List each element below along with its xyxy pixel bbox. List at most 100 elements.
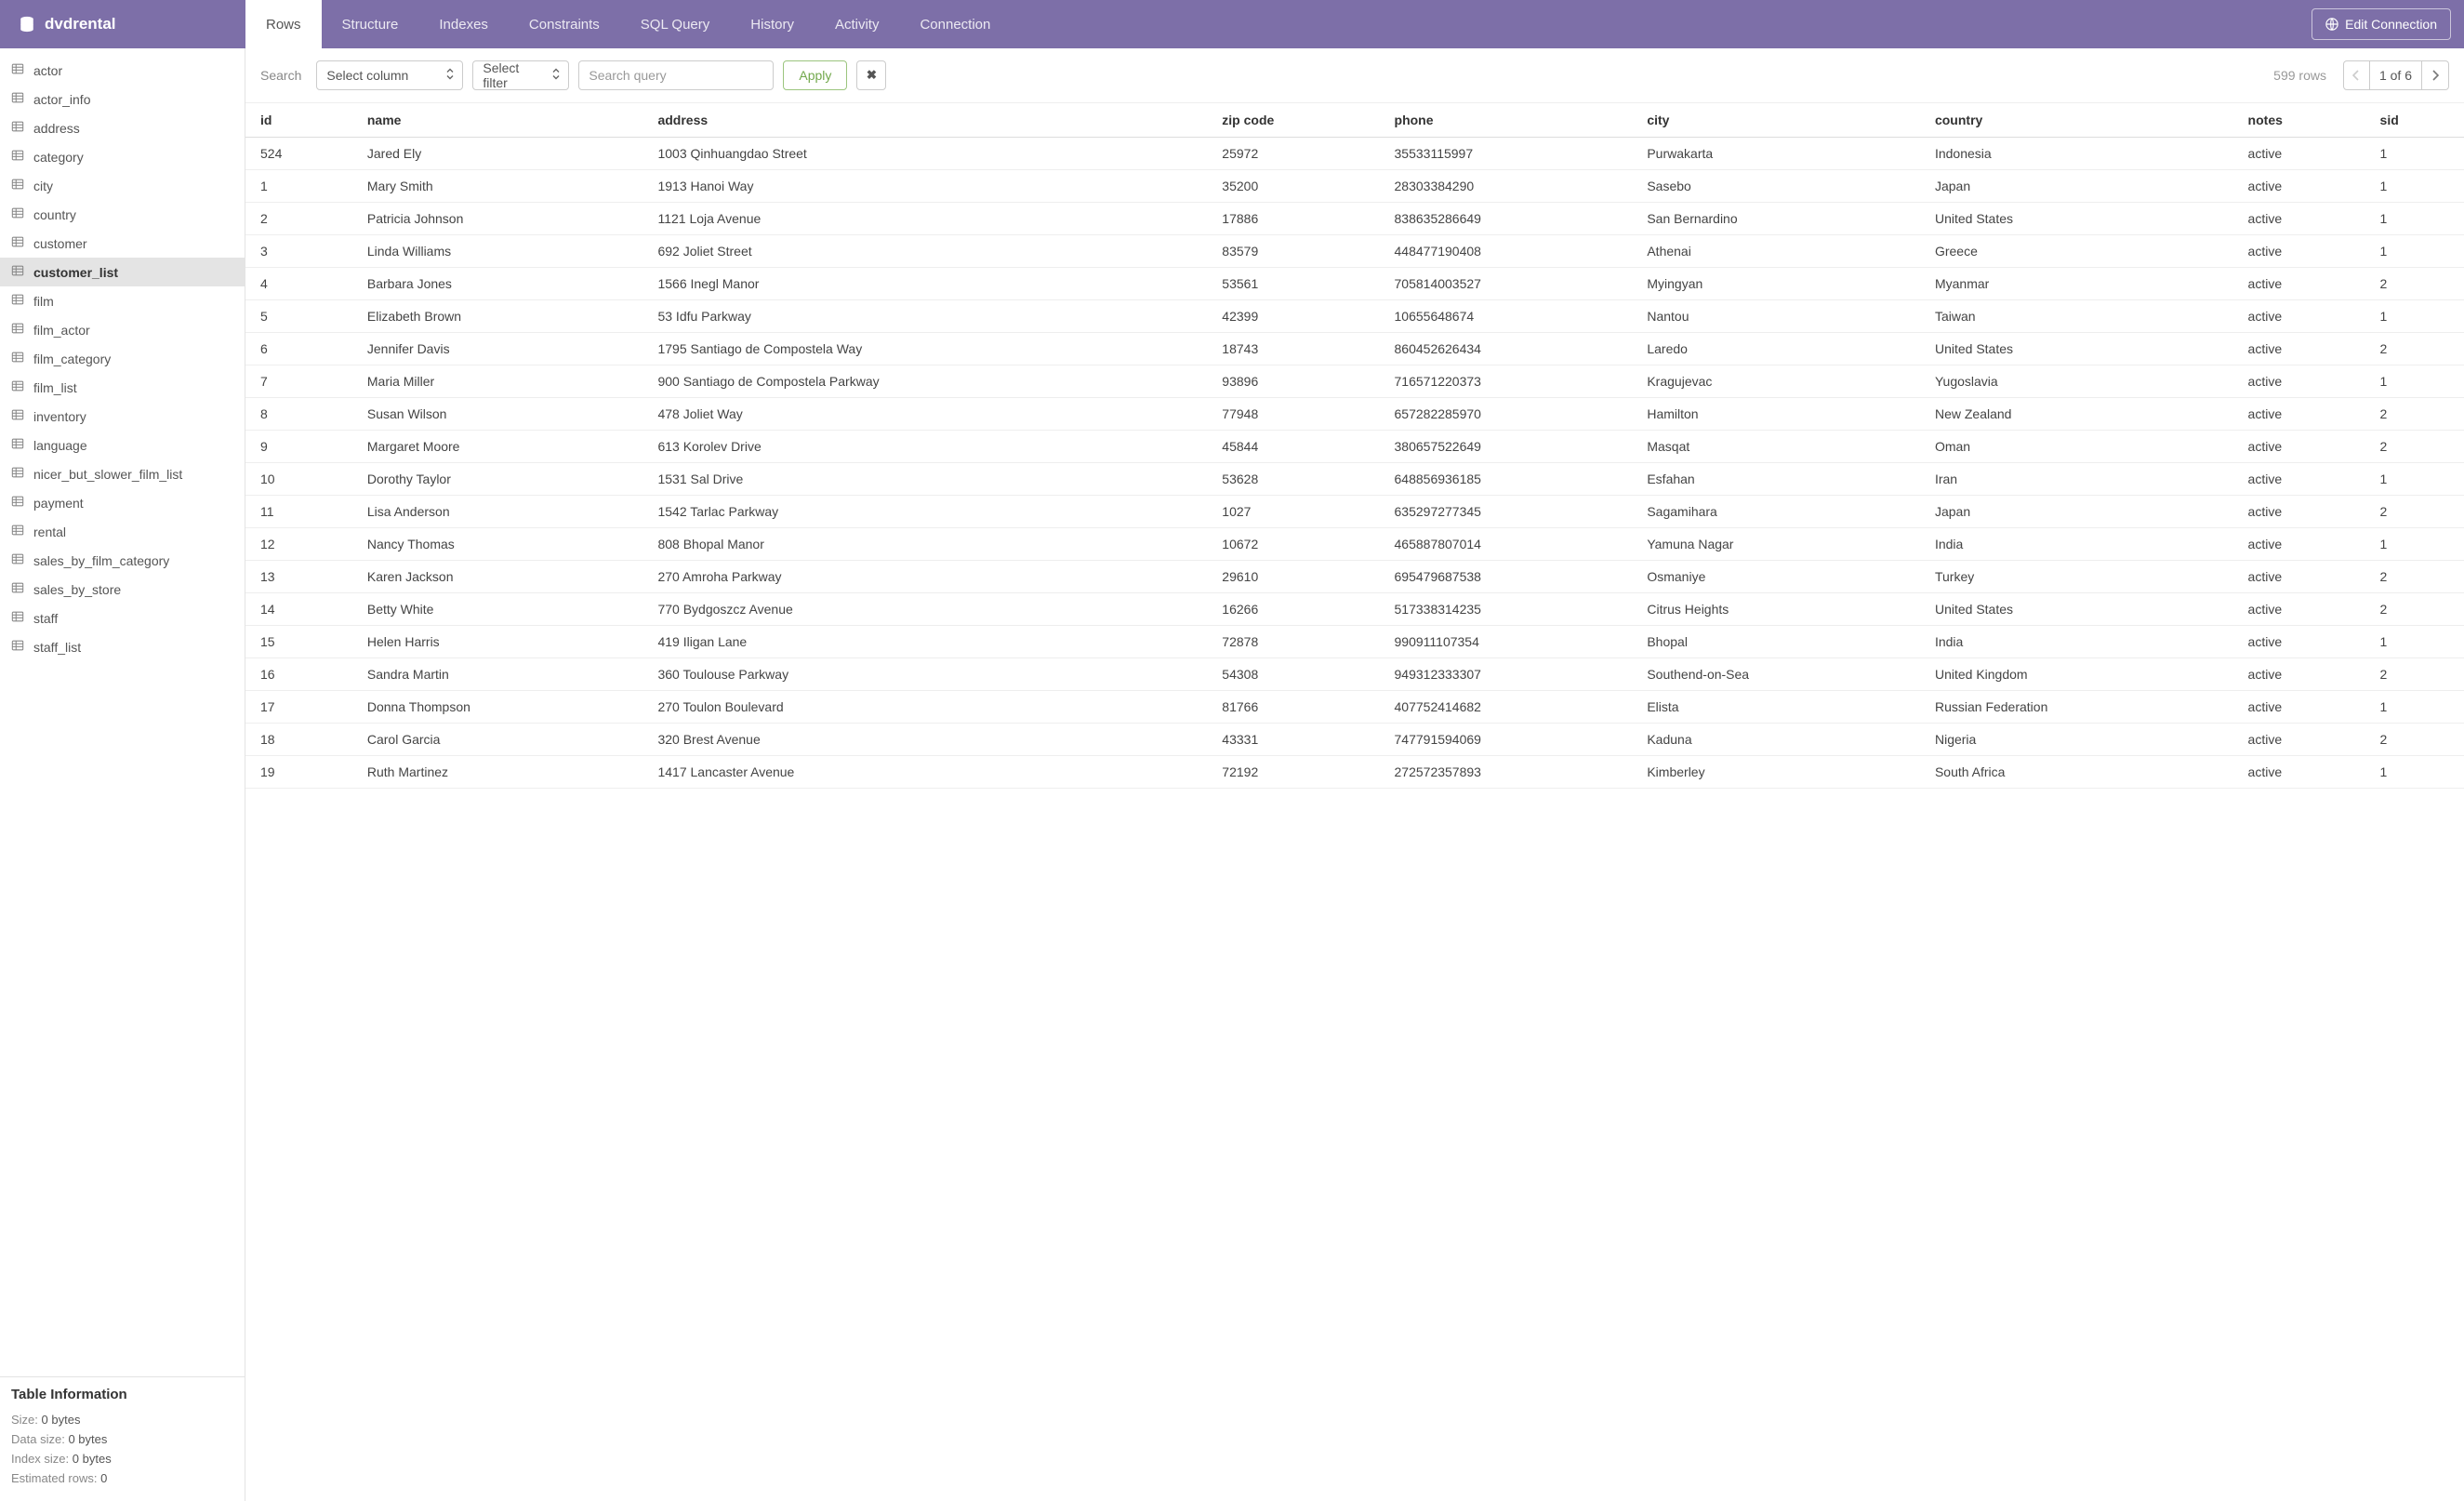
table-row[interactable]: 10Dorothy Taylor1531 Sal Drive5362864885… <box>245 463 2464 496</box>
table-row[interactable]: 4Barbara Jones1566 Inegl Manor5356170581… <box>245 268 2464 300</box>
table-cell: 53561 <box>1211 268 1383 300</box>
sidebar-table-category[interactable]: category <box>0 142 245 171</box>
pagination: 1 of 6 <box>2343 60 2449 90</box>
table-row[interactable]: 17Donna Thompson270 Toulon Boulevard8176… <box>245 691 2464 724</box>
tab-connection[interactable]: Connection <box>899 0 1011 48</box>
table-cell: 900 Santiago de Compostela Parkway <box>646 365 1211 398</box>
table-cell: Purwakarta <box>1636 138 1924 170</box>
table-icon <box>11 264 24 280</box>
table-cell: 53 Idfu Parkway <box>646 300 1211 333</box>
tab-constraints[interactable]: Constraints <box>509 0 620 48</box>
tab-indexes[interactable]: Indexes <box>418 0 509 48</box>
table-cell: United States <box>1924 333 2237 365</box>
column-header-name[interactable]: name <box>356 103 647 138</box>
search-query-input[interactable] <box>578 60 774 90</box>
data-table: idnameaddresszip codephonecitycountrynot… <box>245 103 2464 789</box>
edit-connection-button[interactable]: Edit Connection <box>2312 8 2451 40</box>
table-row[interactable]: 5Elizabeth Brown53 Idfu Parkway423991065… <box>245 300 2464 333</box>
table-row[interactable]: 7Maria Miller900 Santiago de Compostela … <box>245 365 2464 398</box>
table-row[interactable]: 3Linda Williams692 Joliet Street83579448… <box>245 235 2464 268</box>
table-row[interactable]: 2Patricia Johnson1121 Loja Avenue1788683… <box>245 203 2464 235</box>
table-cell: Esfahan <box>1636 463 1924 496</box>
table-cell: Taiwan <box>1924 300 2237 333</box>
sidebar-table-actor[interactable]: actor <box>0 56 245 85</box>
table-row[interactable]: 14Betty White770 Bydgoszcz Avenue1626651… <box>245 593 2464 626</box>
sidebar-table-address[interactable]: address <box>0 113 245 142</box>
column-header-phone[interactable]: phone <box>1384 103 1636 138</box>
table-row[interactable]: 524Jared Ely1003 Qinhuangdao Street25972… <box>245 138 2464 170</box>
table-icon <box>11 120 24 136</box>
column-header-notes[interactable]: notes <box>2237 103 2369 138</box>
table-row[interactable]: 13Karen Jackson270 Amroha Parkway2961069… <box>245 561 2464 593</box>
table-cell: 6 <box>245 333 356 365</box>
column-header-address[interactable]: address <box>646 103 1211 138</box>
table-cell: 29610 <box>1211 561 1383 593</box>
table-cell: Nancy Thomas <box>356 528 647 561</box>
table-cell: 1 <box>2369 300 2464 333</box>
table-row[interactable]: 18Carol Garcia320 Brest Avenue4333174779… <box>245 724 2464 756</box>
sidebar-table-language[interactable]: language <box>0 431 245 459</box>
table-row[interactable]: 1Mary Smith1913 Hanoi Way352002830338429… <box>245 170 2464 203</box>
table-cell: Kragujevac <box>1636 365 1924 398</box>
column-header-city[interactable]: city <box>1636 103 1924 138</box>
data-table-wrapper[interactable]: idnameaddresszip codephonecitycountrynot… <box>245 103 2464 1501</box>
sidebar-table-customer_list[interactable]: customer_list <box>0 258 245 286</box>
table-row[interactable]: 8Susan Wilson478 Joliet Way7794865728228… <box>245 398 2464 431</box>
table-cell: 2 <box>2369 658 2464 691</box>
sidebar-table-city[interactable]: city <box>0 171 245 200</box>
column-header-id[interactable]: id <box>245 103 356 138</box>
sidebar-table-actor_info[interactable]: actor_info <box>0 85 245 113</box>
sidebar-table-nicer_but_slower_film_list[interactable]: nicer_but_slower_film_list <box>0 459 245 488</box>
table-cell: 14 <box>245 593 356 626</box>
apply-button[interactable]: Apply <box>783 60 847 90</box>
sidebar-table-staff_list[interactable]: staff_list <box>0 632 245 661</box>
sidebar-table-inventory[interactable]: inventory <box>0 402 245 431</box>
sidebar-table-payment[interactable]: payment <box>0 488 245 517</box>
table-row[interactable]: 19Ruth Martinez1417 Lancaster Avenue7219… <box>245 756 2464 789</box>
table-row[interactable]: 16Sandra Martin360 Toulouse Parkway54308… <box>245 658 2464 691</box>
next-page-button[interactable] <box>2422 61 2448 89</box>
select-filter-dropdown[interactable]: Select filter <box>472 60 569 90</box>
select-column-dropdown[interactable]: Select column <box>316 60 463 90</box>
clear-search-button[interactable]: ✖ <box>856 60 886 90</box>
table-cell: active <box>2237 756 2369 789</box>
tab-activity[interactable]: Activity <box>815 0 900 48</box>
table-item-label: staff <box>33 611 58 626</box>
sidebar-table-staff[interactable]: staff <box>0 604 245 632</box>
table-row[interactable]: 6Jennifer Davis1795 Santiago de Composte… <box>245 333 2464 365</box>
sidebar-table-film_list[interactable]: film_list <box>0 373 245 402</box>
table-cell: Turkey <box>1924 561 2237 593</box>
sidebar-table-sales_by_store[interactable]: sales_by_store <box>0 575 245 604</box>
column-header-country[interactable]: country <box>1924 103 2237 138</box>
column-header-zip-code[interactable]: zip code <box>1211 103 1383 138</box>
sidebar-table-rental[interactable]: rental <box>0 517 245 546</box>
table-cell: 465887807014 <box>1384 528 1636 561</box>
table-cell: 1 <box>2369 235 2464 268</box>
table-row[interactable]: 12Nancy Thomas808 Bhopal Manor1067246588… <box>245 528 2464 561</box>
table-row[interactable]: 15Helen Harris419 Iligan Lane72878990911… <box>245 626 2464 658</box>
sidebar-table-customer[interactable]: customer <box>0 229 245 258</box>
sidebar-table-country[interactable]: country <box>0 200 245 229</box>
table-icon <box>11 639 24 655</box>
tab-rows[interactable]: Rows <box>245 0 322 48</box>
table-row[interactable]: 11Lisa Anderson1542 Tarlac Parkway102763… <box>245 496 2464 528</box>
column-header-sid[interactable]: sid <box>2369 103 2464 138</box>
search-bar: Search Select column Select filter Apply <box>245 48 2464 103</box>
table-list: actor actor_infoaddresscategorycitycountr… <box>0 48 245 1376</box>
table-cell: Kaduna <box>1636 724 1924 756</box>
tab-structure[interactable]: Structure <box>322 0 419 48</box>
table-cell: active <box>2237 203 2369 235</box>
table-cell: 419 Iligan Lane <box>646 626 1211 658</box>
prev-page-button[interactable] <box>2344 61 2370 89</box>
table-cell: 1 <box>2369 170 2464 203</box>
table-row[interactable]: 9Margaret Moore613 Korolev Drive45844380… <box>245 431 2464 463</box>
sidebar-table-film_actor[interactable]: film_actor <box>0 315 245 344</box>
sidebar-table-film[interactable]: film <box>0 286 245 315</box>
table-item-label: nicer_but_slower_film_list <box>33 467 182 482</box>
tab-sql-query[interactable]: SQL Query <box>620 0 730 48</box>
sidebar-table-film_category[interactable]: film_category <box>0 344 245 373</box>
table-item-label: actor <box>33 63 62 78</box>
header: dvdrental RowsStructureIndexesConstraint… <box>0 0 2464 48</box>
sidebar-table-sales_by_film_category[interactable]: sales_by_film_category <box>0 546 245 575</box>
tab-history[interactable]: History <box>730 0 815 48</box>
